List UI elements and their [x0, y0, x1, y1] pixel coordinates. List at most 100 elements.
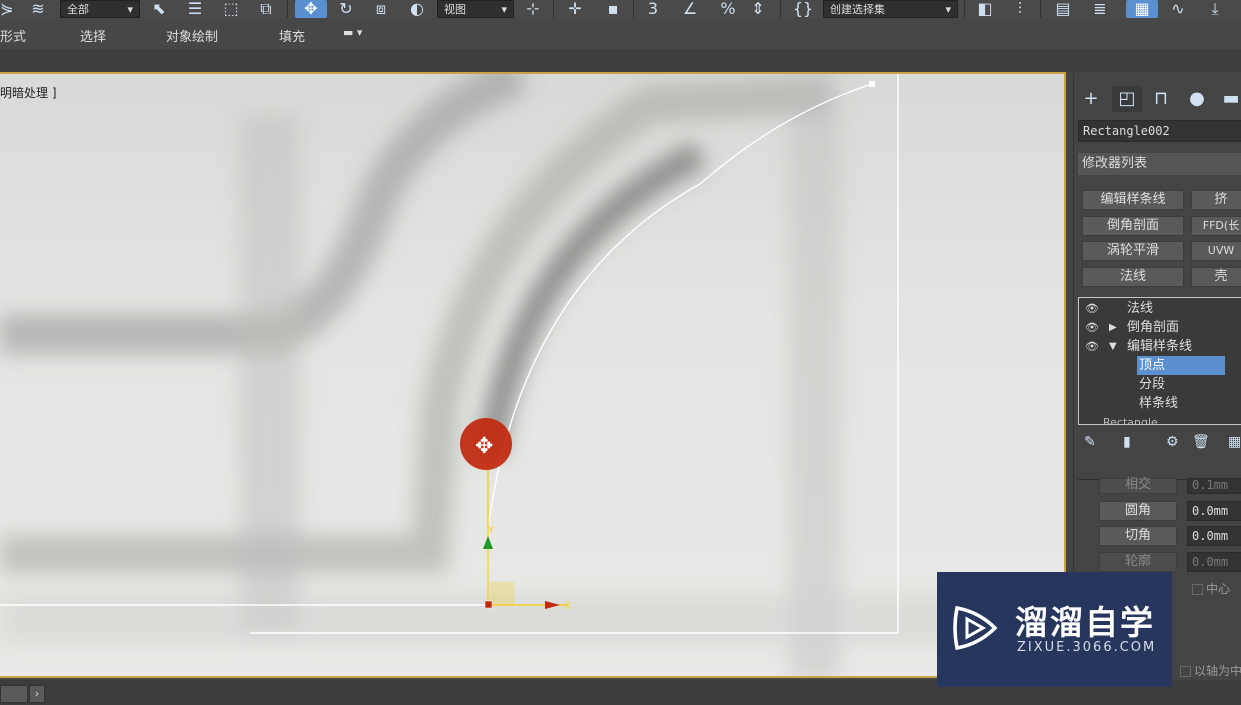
named-selection-placeholder: 创建选择集 — [830, 3, 885, 16]
turbosmooth-button[interactable]: 涡轮平滑 — [1082, 241, 1184, 261]
eye-icon[interactable]: 👁 — [1085, 318, 1099, 337]
snap-toggle-icon[interactable]: 3 — [640, 0, 666, 18]
move-tool-icon[interactable]: ✥ — [295, 0, 327, 18]
toolbar-divider — [964, 0, 965, 18]
pin-stack-icon[interactable]: ✎ — [1084, 434, 1096, 450]
uvw-button[interactable]: UVW — [1191, 241, 1241, 261]
curve-editor-icon[interactable]: ∿ — [1163, 0, 1193, 18]
chevron-down-icon: ▾ — [127, 2, 133, 16]
spline-vertex[interactable] — [869, 81, 875, 87]
ribbon-tab-object-paint[interactable]: 对象绘制 — [166, 26, 218, 45]
expand-triangle-icon[interactable]: ▶ — [1109, 318, 1117, 337]
outline-spinner[interactable]: 0.0mm — [1187, 552, 1241, 572]
center-checkbox[interactable]: 中心 — [1192, 580, 1230, 597]
edit-spline-button[interactable]: 编辑样条线 — [1082, 190, 1184, 210]
ribbon-tab-form[interactable]: 形式 — [0, 26, 26, 45]
subobject-label: 分段 — [1139, 377, 1166, 392]
center-checkbox-label: 中心 — [1206, 582, 1231, 596]
edit-named-selection-icon[interactable]: {} — [789, 0, 817, 18]
spinner-snap-icon[interactable]: ⇕ — [747, 0, 769, 18]
layer-icon[interactable]: ⋟ — [0, 0, 14, 18]
axis-checkbox-label: 以轴为中 — [1194, 664, 1241, 678]
subobject-segment[interactable]: 分段 — [1079, 375, 1241, 394]
hierarchy-tab-icon[interactable]: ⊓ — [1146, 86, 1176, 112]
configure-sets-icon[interactable]: ▦ — [1228, 434, 1241, 450]
chevron-down-icon: ▾ — [501, 2, 507, 16]
create-tab-plus-icon[interactable]: + — [1076, 86, 1106, 112]
gizmo-y-arrow[interactable] — [483, 536, 493, 549]
axis-checkbox[interactable]: 以轴为中 — [1180, 662, 1241, 679]
modifier-stack: 👁 法线 👁 ▶ 倒角剖面 👁 ▼ 编辑样条线 顶点 分段 样条线 Rectan… — [1078, 297, 1241, 425]
rectangle-selection-icon[interactable]: ⬚ — [218, 0, 244, 18]
scale-tool-icon[interactable]: ⧈ — [368, 0, 394, 18]
time-slider-track[interactable] — [0, 685, 28, 703]
chamfer-spinner[interactable]: 0.0mm — [1187, 526, 1241, 546]
show-end-result-icon[interactable]: ▮ — [1123, 434, 1131, 450]
extrude-button[interactable]: 挤 — [1191, 190, 1241, 210]
reference-coordinate-dropdown[interactable]: 视图 ▾ — [437, 0, 514, 18]
stack-item-bevel-profile[interactable]: 👁 ▶ 倒角剖面 — [1079, 318, 1241, 337]
stack-item-base-object[interactable]: Rectangle — [1079, 413, 1241, 425]
render-setup-icon[interactable]: ⤓ — [1200, 0, 1230, 18]
rotate-tool-icon[interactable]: ↻ — [334, 0, 358, 18]
chamfer-button[interactable]: 切角 — [1099, 526, 1177, 546]
snap-value: 3 — [647, 0, 659, 18]
normal-button[interactable]: 法线 — [1082, 267, 1184, 287]
eye-icon[interactable]: 👁 — [1085, 337, 1099, 356]
fillet-button[interactable]: 圆角 — [1099, 501, 1177, 521]
layers-stack-icon[interactable]: ≋ — [24, 0, 52, 18]
ribbon-options-icon[interactable]: ▬ ▾ — [343, 26, 362, 39]
bevel-profile-button[interactable]: 倒角剖面 — [1082, 216, 1184, 236]
toolbar-divider — [1040, 0, 1041, 18]
toggle-ribbon-icon[interactable]: ≣ — [1085, 0, 1115, 18]
align-icon[interactable]: ⫶ — [1005, 0, 1035, 18]
motion-tab-icon[interactable]: ● — [1182, 86, 1212, 112]
subobject-label: 顶点 — [1137, 356, 1226, 375]
toolbar-divider — [633, 0, 634, 18]
select-object-icon[interactable]: ⬉ — [147, 0, 171, 18]
gizmo-xy-plane[interactable] — [489, 581, 515, 605]
outline-button[interactable]: 轮廓 — [1099, 552, 1177, 572]
stack-item-label: Rectangle — [1103, 416, 1158, 425]
play-logo-icon — [953, 605, 998, 651]
subobject-vertex[interactable]: 顶点 — [1079, 356, 1241, 375]
modifier-list-dropdown[interactable]: 修改器列表 — [1078, 153, 1241, 175]
viewport-shading-label[interactable]: 明暗处理 ] — [0, 84, 57, 101]
mirror-icon[interactable]: ◧ — [970, 0, 1000, 18]
scene-explorer-icon[interactable]: ▦ — [1126, 0, 1158, 18]
make-unique-icon[interactable]: ⚙ — [1166, 434, 1179, 450]
ffd-button[interactable]: FFD(长 — [1191, 216, 1241, 236]
select-by-name-icon[interactable]: ☰ — [183, 0, 207, 18]
next-frame-arrow-icon[interactable]: › — [29, 685, 45, 703]
keyboard-shortcut-icon[interactable]: ▪ — [598, 0, 628, 18]
fillet-spinner[interactable]: 0.0mm — [1187, 501, 1241, 521]
checkbox-box — [1192, 584, 1203, 595]
window-crossing-icon[interactable]: ⧉ — [253, 0, 279, 18]
collapse-triangle-icon[interactable]: ▼ — [1109, 337, 1117, 356]
gizmo-x-letter: X — [564, 601, 571, 612]
percent-snap-icon[interactable]: % — [713, 0, 743, 18]
object-name-field[interactable]: Rectangle002 — [1078, 120, 1241, 142]
named-selection-dropdown[interactable]: 创建选择集 ▾ — [823, 0, 958, 18]
perspective-viewport[interactable]: Y X ✥ 明暗处理 ] — [0, 72, 1066, 678]
subobject-spline[interactable]: 样条线 — [1079, 394, 1241, 413]
ribbon-tab-select[interactable]: 选择 — [80, 26, 106, 45]
subobject-label: 样条线 — [1139, 396, 1179, 411]
stack-item-label: 倒角剖面 — [1127, 320, 1180, 335]
angle-snap-icon[interactable]: ∠ — [675, 0, 705, 18]
shell-button[interactable]: 壳 — [1191, 267, 1241, 287]
placement-tool-icon[interactable]: ◐ — [404, 0, 430, 18]
selection-filter-dropdown[interactable]: 全部 ▾ — [60, 0, 140, 18]
ribbon-tab-populate[interactable]: 填充 — [279, 26, 305, 45]
layer-explorer-icon[interactable]: ▤ — [1048, 0, 1078, 18]
remove-modifier-icon[interactable]: 🗑 — [1192, 434, 1210, 450]
modify-tab-icon[interactable]: ◰ — [1112, 86, 1142, 112]
stack-item-edit-spline[interactable]: 👁 ▼ 编辑样条线 — [1079, 337, 1241, 356]
eye-icon[interactable]: 👁 — [1085, 299, 1099, 318]
select-manipulate-icon[interactable]: ✛ — [560, 0, 590, 18]
display-tab-icon[interactable]: ▬ — [1216, 86, 1241, 112]
partial-property-value[interactable]: 0.1mm — [1187, 478, 1241, 494]
pivot-center-icon[interactable]: ⊹ — [518, 0, 548, 18]
stack-item-normal[interactable]: 👁 法线 — [1079, 299, 1241, 318]
ribbon-subbar — [0, 51, 1241, 72]
